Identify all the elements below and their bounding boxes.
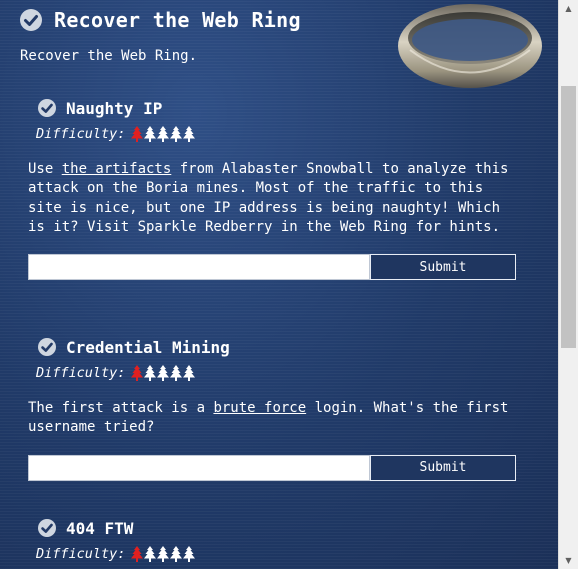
artifacts-link[interactable]: the artifacts — [62, 161, 172, 177]
objective-description: Use the artifacts from Alabaster Snowbal… — [28, 160, 518, 237]
submit-button[interactable]: Submit — [370, 254, 516, 281]
tree-icon — [131, 365, 144, 381]
section-subtitle: Recover the Web Ring. — [20, 48, 198, 64]
ring-image — [398, 4, 542, 88]
difficulty-label: Difficulty: — [36, 365, 126, 381]
objective-title: 404 FTW — [66, 518, 134, 538]
objective-title: Credential Mining — [66, 337, 230, 357]
answer-input[interactable] — [28, 454, 370, 481]
tree-icon — [183, 546, 196, 562]
tree-icon — [144, 546, 157, 562]
difficulty-rating: Difficulty: — [36, 363, 518, 383]
tree-icon — [131, 126, 144, 142]
description-text: The first attack is a — [28, 400, 214, 416]
brute-force-link[interactable]: brute force — [213, 400, 306, 416]
check-circle-icon — [20, 9, 42, 31]
objective-404-ftw: 404 FTW Difficulty: — [28, 516, 518, 564]
objective-title: Naughty IP — [66, 98, 163, 118]
answer-input[interactable] — [28, 254, 370, 281]
vertical-scrollbar[interactable]: ▲ ▼ — [558, 0, 578, 569]
scroll-down-arrow-icon[interactable]: ▼ — [559, 552, 578, 569]
difficulty-rating: Difficulty: — [36, 544, 518, 564]
difficulty-label: Difficulty: — [36, 126, 126, 142]
tree-icon — [170, 126, 183, 142]
tree-icon — [157, 126, 170, 142]
objective-heading: Credential Mining — [38, 335, 518, 359]
tree-icon — [183, 365, 196, 381]
objective-naughty-ip: Naughty IP Difficulty: Use the artifacts… — [28, 96, 518, 281]
objective-heading: 404 FTW — [38, 516, 518, 540]
tree-icon — [170, 365, 183, 381]
objective-description: The first attack is a brute force login.… — [28, 399, 518, 438]
description-text: Use — [28, 161, 62, 177]
scroll-up-arrow-icon[interactable]: ▲ — [559, 0, 578, 17]
scrollbar-thumb[interactable] — [561, 86, 576, 348]
tree-icon — [170, 546, 183, 562]
tree-icon — [157, 365, 170, 381]
objective-panel: Recover the Web Ring Recover the Web Rin… — [0, 0, 558, 569]
objective-heading: Naughty IP — [38, 96, 518, 120]
check-circle-icon — [38, 99, 56, 117]
section-title: Recover the Web Ring — [54, 8, 301, 32]
difficulty-label: Difficulty: — [36, 546, 126, 562]
submit-button[interactable]: Submit — [370, 454, 516, 481]
check-circle-icon — [38, 519, 56, 537]
answer-row: Submit — [28, 454, 518, 481]
difficulty-rating: Difficulty: — [36, 124, 518, 144]
tree-icon — [144, 365, 157, 381]
answer-row: Submit — [28, 254, 518, 281]
check-circle-icon — [38, 338, 56, 356]
tree-icon — [183, 126, 196, 142]
tree-icon — [157, 546, 170, 562]
tree-icon — [131, 546, 144, 562]
objective-credential-mining: Credential Mining Difficulty: The first … — [28, 335, 518, 481]
section-header: Recover the Web Ring — [20, 6, 301, 34]
tree-icon — [144, 126, 157, 142]
